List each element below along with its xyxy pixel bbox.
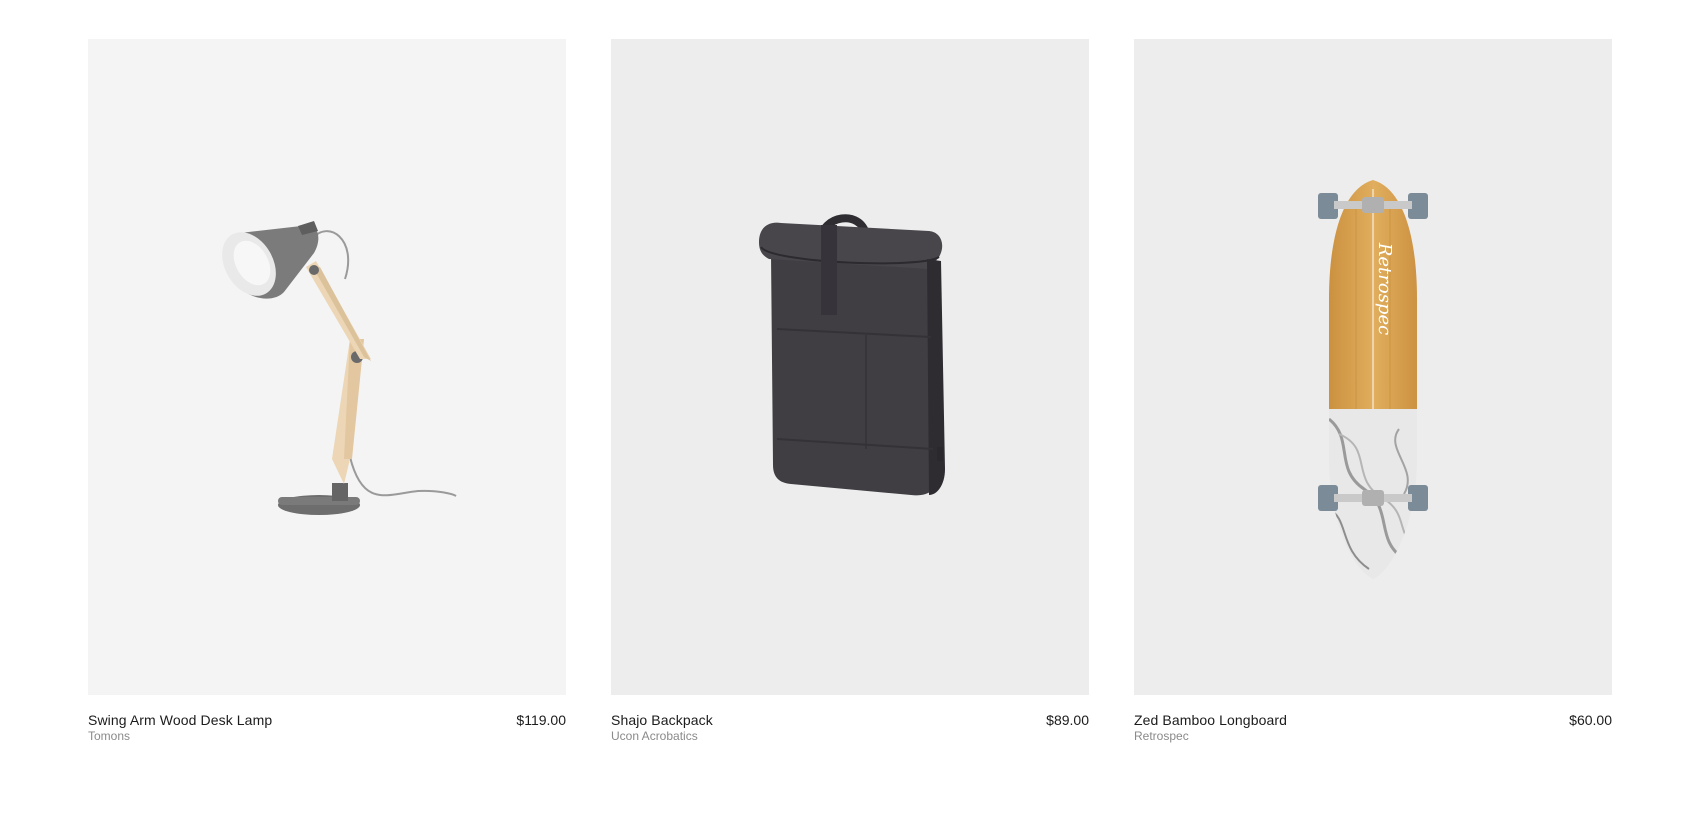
product-price: $89.00	[1046, 712, 1089, 728]
product-text-group: Shajo Backpack Ucon Acrobatics	[611, 712, 713, 743]
product-price: $119.00	[516, 712, 566, 728]
product-name[interactable]: Swing Arm Wood Desk Lamp	[88, 712, 272, 728]
product-card-backpack[interactable]: Shajo Backpack Ucon Acrobatics $89.00	[611, 39, 1089, 743]
product-card-desk-lamp[interactable]: Swing Arm Wood Desk Lamp Tomons $119.00	[88, 39, 566, 743]
backpack-illustration	[759, 214, 945, 496]
desk-lamp-illustration	[222, 221, 457, 515]
product-name[interactable]: Zed Bamboo Longboard	[1134, 712, 1287, 728]
product-image-longboard[interactable]: Retrospec	[1134, 39, 1612, 695]
product-price: $60.00	[1569, 712, 1612, 728]
longboard-brand-text: Retrospec	[1374, 242, 1395, 335]
product-brand: Ucon Acrobatics	[611, 729, 698, 743]
product-info-desk-lamp: Swing Arm Wood Desk Lamp Tomons $119.00	[88, 712, 566, 743]
product-brand: Tomons	[88, 729, 131, 743]
product-card-longboard[interactable]: Retrospec Zed Bamboo Longboard Retrospec…	[1134, 39, 1612, 743]
product-info-backpack: Shajo Backpack Ucon Acrobatics $89.00	[611, 712, 1089, 743]
product-name[interactable]: Shajo Backpack	[611, 712, 713, 728]
product-text-group: Swing Arm Wood Desk Lamp Tomons	[88, 712, 272, 743]
longboard-illustration: Retrospec	[1318, 180, 1428, 579]
product-image-backpack[interactable]	[611, 39, 1089, 695]
product-info-longboard: Zed Bamboo Longboard Retrospec $60.00	[1134, 712, 1612, 743]
product-brand: Retrospec	[1134, 729, 1189, 743]
product-grid: Swing Arm Wood Desk Lamp Tomons $119.00	[88, 39, 1612, 743]
product-text-group: Zed Bamboo Longboard Retrospec	[1134, 712, 1287, 743]
product-image-desk-lamp[interactable]	[88, 39, 566, 695]
